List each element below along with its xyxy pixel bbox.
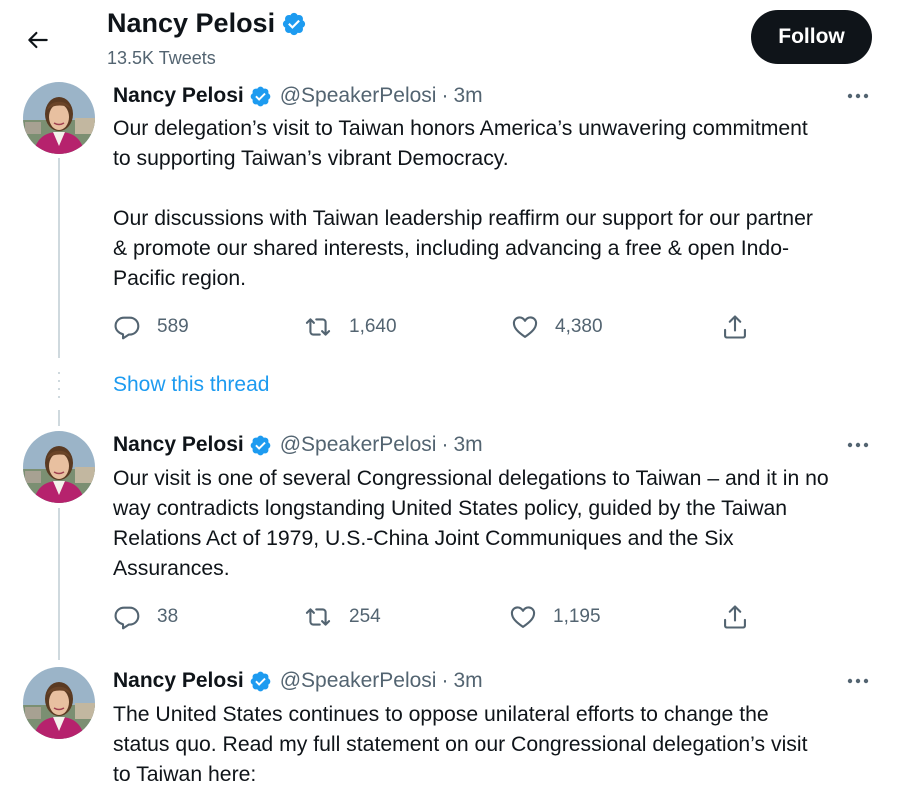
tweet-text-line: Pacific region.: [113, 267, 247, 290]
tweet-text-line: Assurances.: [113, 557, 230, 580]
back-button[interactable]: [18, 20, 58, 60]
tweet-text-line: [113, 174, 883, 204]
header-title: Nancy Pelosi: [107, 8, 307, 39]
thread-connector: [58, 158, 60, 358]
more-options-button[interactable]: [840, 84, 876, 108]
tweet-header: Nancy Pelosi @SpeakerPelosi · 3m: [113, 669, 483, 693]
retweet-count: 1,640: [349, 316, 397, 337]
tweet-body: Our delegation’s visit to Taiwan honors …: [113, 114, 883, 294]
tweet-text-line: way contradicts longstanding United Stat…: [113, 497, 788, 520]
tweet-timestamp[interactable]: 3m: [453, 84, 482, 108]
thread-gap-dots: [57, 372, 61, 404]
heart-icon: [511, 313, 539, 341]
arrow-left-icon: [28, 31, 48, 49]
tweet-text-line: to supporting Taiwan’s vibrant Democracy…: [113, 147, 509, 170]
more-horizontal-icon: [846, 441, 870, 449]
thread-connector: [58, 508, 60, 660]
share-button[interactable]: [721, 600, 749, 634]
reply-icon: [113, 603, 141, 631]
more-options-button[interactable]: [840, 433, 876, 457]
author-name[interactable]: Nancy Pelosi: [113, 84, 244, 108]
tweet-timestamp[interactable]: 3m: [453, 669, 482, 693]
tweet-text-line: to Taiwan here:: [113, 763, 257, 786]
like-count: 4,380: [555, 316, 603, 337]
avatar[interactable]: [23, 431, 95, 503]
tweet-body: Our visit is one of several Congressiona…: [113, 464, 883, 584]
verified-badge-icon: [249, 434, 272, 457]
reply-button[interactable]: 38: [113, 600, 178, 634]
tweet-text-line: Our delegation’s visit to Taiwan honors …: [113, 117, 808, 140]
tweet-text-line: Our discussions with Taiwan leadership r…: [113, 207, 813, 230]
profile-header: Nancy Pelosi 13.5K Tweets Follow: [0, 0, 913, 78]
reply-count: 589: [157, 316, 189, 337]
retweet-icon: [303, 313, 333, 341]
retweet-count: 254: [349, 606, 381, 627]
author-name[interactable]: Nancy Pelosi: [113, 433, 244, 457]
like-count: 1,195: [553, 606, 601, 627]
show-thread-link[interactable]: Show this thread: [113, 373, 269, 397]
more-options-button[interactable]: [840, 669, 876, 693]
reply-count: 38: [157, 606, 179, 627]
separator-dot: ·: [441, 84, 449, 107]
author-handle[interactable]: @SpeakerPelosi: [280, 669, 437, 693]
separator-dot: ·: [441, 433, 449, 456]
share-button[interactable]: [721, 310, 749, 344]
header-name-text: Nancy Pelosi: [107, 8, 276, 38]
verified-badge-icon: [249, 85, 272, 108]
like-button[interactable]: 1,195: [509, 600, 601, 634]
verified-badge-icon: [281, 11, 307, 37]
tweet-text-line: Relations Act of 1979, U.S.-China Joint …: [113, 527, 734, 550]
tweet-body: The United States continues to oppose un…: [113, 700, 883, 790]
avatar[interactable]: [23, 82, 95, 154]
heart-icon: [509, 603, 537, 631]
tweet-text-line: & promote our shared interests, includin…: [113, 237, 790, 260]
author-handle[interactable]: @SpeakerPelosi: [280, 84, 437, 108]
avatar[interactable]: [23, 667, 95, 739]
share-icon: [721, 603, 749, 631]
tweet-header: Nancy Pelosi @SpeakerPelosi · 3m: [113, 433, 483, 457]
retweet-button[interactable]: 1,640: [303, 310, 397, 344]
retweet-icon: [303, 603, 333, 631]
share-icon: [721, 313, 749, 341]
thread-connector: [58, 410, 60, 426]
tweet-text-line: The United States continues to oppose un…: [113, 703, 769, 726]
more-horizontal-icon: [846, 92, 870, 100]
tweet-text-line: Our visit is one of several Congressiona…: [113, 467, 829, 490]
author-name[interactable]: Nancy Pelosi: [113, 669, 244, 693]
tweet-count: 13.5K Tweets: [107, 48, 216, 68]
follow-button[interactable]: Follow: [751, 10, 872, 64]
tweet-header: Nancy Pelosi @SpeakerPelosi · 3m: [113, 84, 483, 108]
tweet-timestamp[interactable]: 3m: [453, 433, 482, 457]
tweet-text-line: status quo. Read my full statement on ou…: [113, 733, 808, 756]
tweet-actions: 38 254 1,195: [113, 600, 773, 634]
separator-dot: ·: [441, 669, 449, 692]
author-handle[interactable]: @SpeakerPelosi: [280, 433, 437, 457]
more-horizontal-icon: [846, 677, 870, 685]
like-button[interactable]: 4,380: [511, 310, 603, 344]
retweet-button[interactable]: 254: [303, 600, 381, 634]
reply-icon: [113, 313, 141, 341]
verified-badge-icon: [249, 670, 272, 693]
reply-button[interactable]: 589: [113, 310, 189, 344]
tweet-actions: 589 1,640 4,380: [113, 310, 773, 344]
